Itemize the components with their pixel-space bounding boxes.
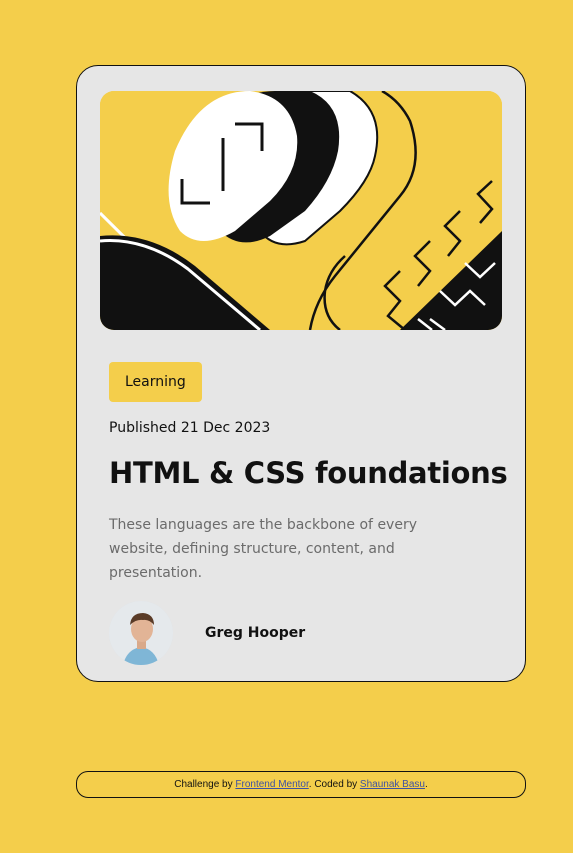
attribution-coded-text: . Coded by: [308, 779, 360, 790]
author-photo-icon: [109, 601, 173, 665]
author-link[interactable]: Shaunak Basu: [360, 779, 425, 790]
hero-illustration: [100, 91, 502, 330]
attribution: Challenge by Frontend Mentor. Coded by S…: [76, 771, 526, 798]
card-description: These languages are the backbone of ever…: [109, 517, 417, 581]
blog-card: Learning Published 21 Dec 2023 HTML & CS…: [76, 65, 526, 682]
category-tag: Learning: [109, 362, 202, 402]
author: Greg Hooper: [109, 601, 305, 665]
abstract-illustration-icon: [100, 91, 502, 330]
published-date: Published 21 Dec 2023: [109, 420, 271, 436]
attribution-challenge-text: Challenge by: [174, 779, 236, 790]
attribution-suffix: .: [424, 779, 428, 790]
author-name: Greg Hooper: [205, 625, 306, 641]
frontend-mentor-link[interactable]: Frontend Mentor: [235, 779, 308, 790]
card-title[interactable]: HTML & CSS foundations: [109, 456, 508, 490]
avatar: [109, 601, 173, 665]
